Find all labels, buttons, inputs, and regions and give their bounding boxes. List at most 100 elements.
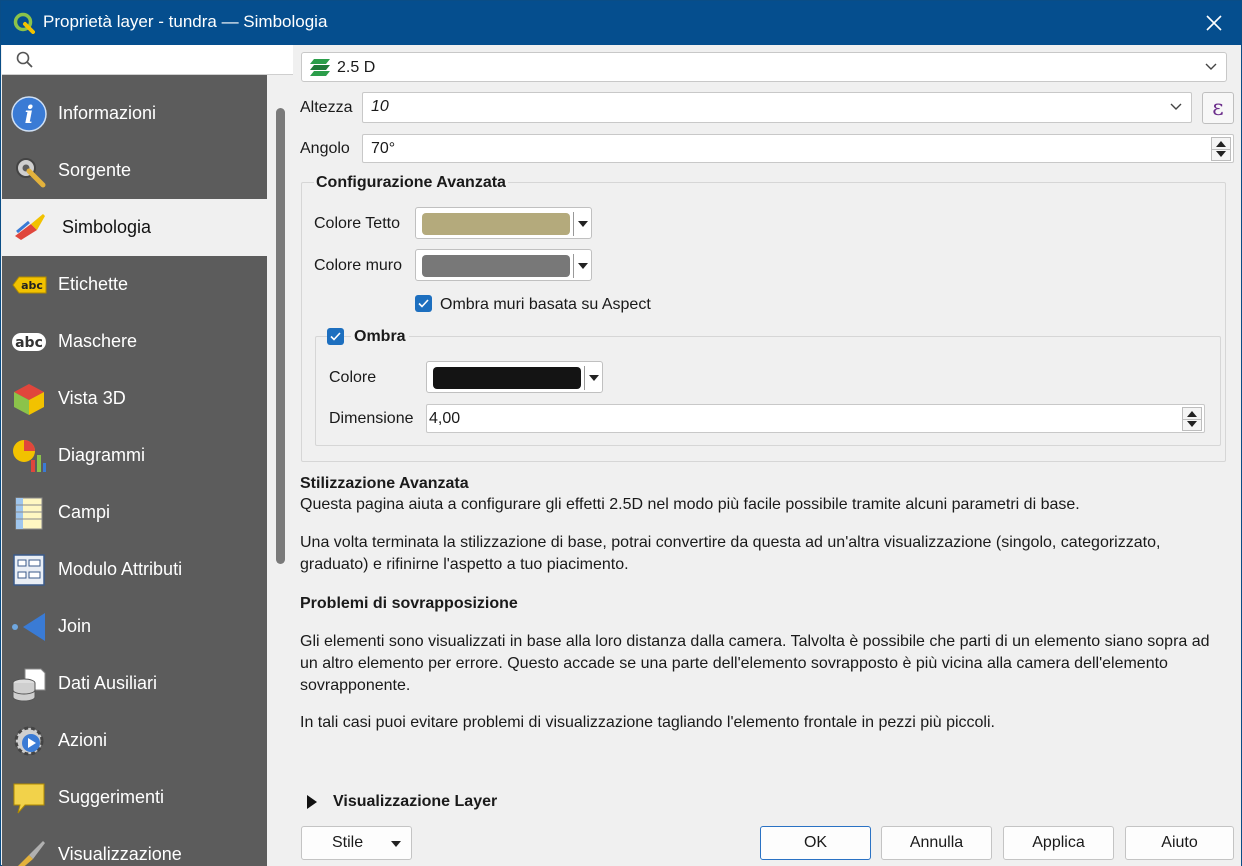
join-icon	[12, 613, 45, 641]
dropdown-arrow-icon	[578, 263, 588, 269]
help-paragraph: graduato) e rifinirne l'aspetto a tuo pi…	[300, 556, 629, 573]
apply-button[interactable]: Applica	[1003, 826, 1114, 860]
close-button[interactable]	[1187, 1, 1241, 45]
chevron-down-icon	[1205, 63, 1217, 70]
spin-down-icon	[1216, 151, 1226, 157]
symbology-brush-icon	[15, 214, 45, 240]
expand-arrow-icon	[307, 795, 317, 809]
sidebar-item-etichette[interactable]: abc Etichette	[2, 256, 267, 313]
sidebar-item-vista-3d[interactable]: Vista 3D	[2, 370, 267, 427]
sidebar-scrollbar[interactable]	[267, 75, 293, 866]
help-button[interactable]: Aiuto	[1125, 826, 1234, 860]
ok-button[interactable]: OK	[760, 826, 871, 860]
sidebar-item-sorgente[interactable]: Sorgente	[2, 142, 267, 199]
dropdown-arrow-icon	[391, 841, 401, 847]
sidebar-item-label: Modulo Attributi	[58, 559, 183, 579]
shadow-title: Ombra	[351, 328, 409, 346]
help-paragraph: Gli elementi sono visualizzati in base a…	[300, 633, 1210, 650]
sidebar-item-visualizzazione[interactable]: Visualizzazione	[2, 826, 267, 866]
sidebar-item-label: Sorgente	[58, 160, 132, 180]
source-wrench-icon	[16, 158, 46, 188]
close-icon	[1206, 15, 1222, 31]
sidebar: i Informazioni Sorgente Simbologia abc E…	[2, 45, 293, 866]
title-bar: Proprietà layer - tundra — Simbologia	[1, 1, 1241, 45]
checkmark-icon	[330, 332, 341, 341]
help-paragraph: In tali casi puoi evitare problemi di vi…	[300, 714, 995, 731]
roof-color-swatch	[422, 213, 570, 235]
sidebar-item-azioni[interactable]: Azioni	[2, 712, 267, 769]
chevron-down-icon	[1170, 103, 1182, 110]
wall-color-button[interactable]	[415, 249, 592, 281]
shadow-color-label: Colore	[329, 369, 377, 386]
svg-text:abc: abc	[21, 279, 43, 292]
sidebar-item-join[interactable]: Join	[2, 598, 267, 655]
shade-walls-label: Ombra muri basata su Aspect	[440, 296, 651, 313]
renderer-type-select[interactable]: 2.5 D	[301, 52, 1227, 82]
masks-abc-icon: abc	[12, 333, 46, 351]
display-icon	[18, 841, 45, 866]
sidebar-item-simbologia[interactable]: Simbologia	[2, 199, 267, 256]
cancel-button[interactable]: Annulla	[881, 826, 992, 860]
shadow-size-spin-buttons[interactable]	[1182, 407, 1202, 431]
style-menu-button[interactable]: Stile	[301, 826, 412, 860]
sidebar-nav: i Informazioni Sorgente Simbologia abc E…	[2, 85, 267, 866]
height-label: Altezza	[300, 99, 353, 116]
shadow-size-spinbox[interactable]: 4,00	[426, 404, 1205, 433]
expression-button[interactable]: ε	[1202, 92, 1234, 124]
angle-label: Angolo	[300, 140, 350, 157]
symbology-panel: 2.5 D Altezza 10 ε Angolo 70° Configuraz…	[293, 45, 1241, 866]
3d-cube-icon	[14, 384, 44, 415]
sidebar-item-label: Visualizzazione	[58, 844, 182, 864]
layer-properties-dialog: Proprietà layer - tundra — Simbologia i …	[0, 0, 1242, 866]
help-heading: Problemi di sovrapposizione	[300, 595, 518, 612]
sidebar-item-suggerimenti[interactable]: Suggerimenti	[2, 769, 267, 826]
svg-text:i: i	[24, 100, 33, 129]
sidebar-item-label: Informazioni	[58, 103, 157, 123]
search-icon	[16, 51, 33, 68]
roof-color-button[interactable]	[415, 207, 592, 239]
attributes-form-icon	[13, 554, 45, 586]
shadow-size-label: Dimensione	[329, 410, 414, 427]
height-value: 10	[371, 98, 389, 115]
spin-up-icon	[1187, 411, 1197, 417]
spin-up-icon	[1216, 141, 1226, 147]
sidebar-item-modulo-attributi[interactable]: Modulo Attributi	[2, 541, 267, 598]
layer-rendering-label: Visualizzazione Layer	[333, 793, 498, 810]
help-paragraph: Una volta terminata la stilizzazione di …	[300, 534, 1161, 551]
qgis-logo-icon	[13, 12, 35, 34]
sidebar-item-informazioni[interactable]: i Informazioni	[2, 85, 267, 142]
angle-spinbox[interactable]: 70°	[362, 134, 1234, 163]
sidebar-item-label: Suggerimenti	[58, 787, 165, 807]
dropdown-arrow-icon	[578, 221, 588, 227]
diagrams-icon	[13, 440, 46, 472]
shade-walls-checkbox[interactable]	[415, 295, 432, 312]
sidebar-item-label: Dati Ausiliari	[58, 673, 158, 693]
shadow-checkbox[interactable]	[327, 328, 344, 345]
wall-color-swatch	[422, 255, 570, 277]
fields-icon	[15, 497, 43, 530]
dropdown-arrow-icon	[589, 375, 599, 381]
renderer-type-value: 2.5 D	[337, 59, 376, 76]
sidebar-item-label: Vista 3D	[58, 388, 126, 408]
sidebar-item-maschere[interactable]: abc Maschere	[2, 313, 267, 370]
roof-color-label: Colore Tetto	[314, 215, 400, 232]
angle-value: 70°	[371, 140, 396, 157]
search-input[interactable]	[42, 49, 282, 71]
help-paragraph: Questa pagina aiuta a configurare gli ef…	[300, 496, 1080, 513]
spin-down-icon	[1187, 421, 1197, 427]
advanced-config-title: Configurazione Avanzata	[314, 174, 508, 192]
shadow-color-button[interactable]	[426, 361, 603, 393]
actions-icon	[14, 726, 44, 756]
labels-abc-icon: abc	[12, 276, 47, 294]
sidebar-item-label: Etichette	[58, 274, 129, 294]
sidebar-item-dati-ausiliari[interactable]: Dati Ausiliari	[2, 655, 267, 712]
angle-spin-buttons[interactable]	[1211, 137, 1231, 161]
shadow-size-value: 4,00	[429, 410, 461, 427]
sidebar-scrollbar-thumb[interactable]	[276, 108, 285, 564]
wall-color-label: Colore muro	[314, 257, 403, 274]
sidebar-item-label: Maschere	[58, 331, 138, 351]
svg-text:abc: abc	[15, 335, 43, 351]
sidebar-item-campi[interactable]: Campi	[2, 484, 267, 541]
height-field[interactable]: 10	[362, 92, 1192, 123]
sidebar-item-diagrammi[interactable]: Diagrammi	[2, 427, 267, 484]
